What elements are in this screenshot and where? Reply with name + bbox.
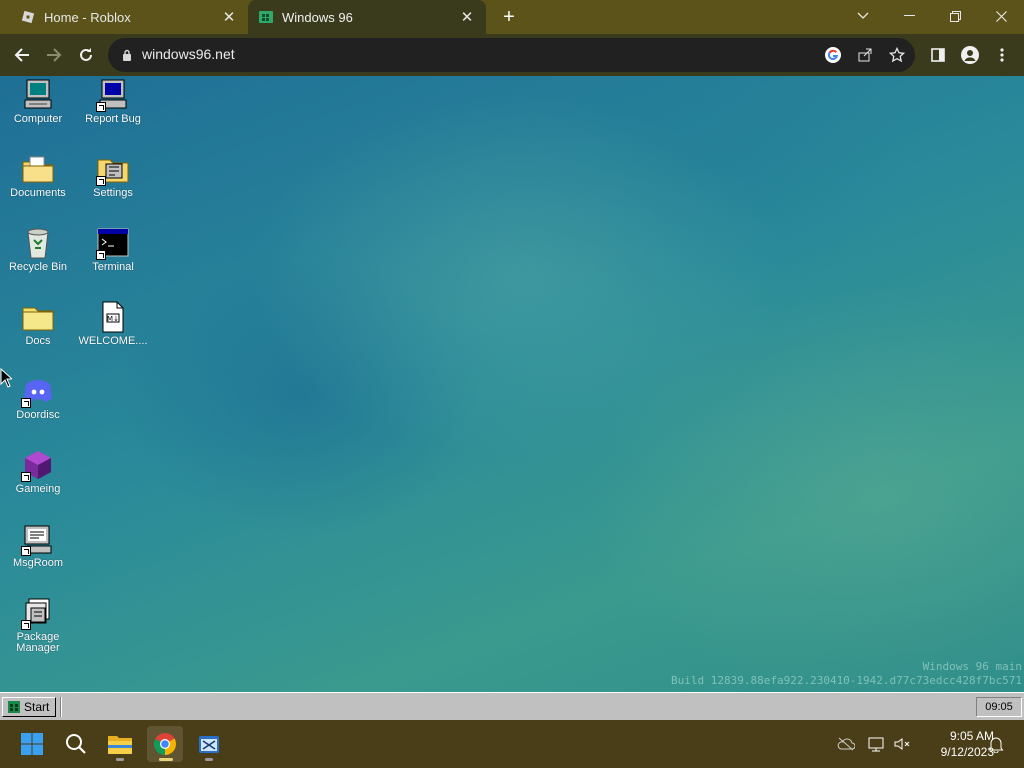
terminal-icon — [96, 226, 130, 260]
desktop-icon-documents[interactable]: Documents — [1, 152, 75, 199]
snipping-tool-icon[interactable] — [191, 726, 227, 762]
desktop-icon-welcome[interactable]: M↓ WELCOME.... — [76, 300, 150, 347]
desktop-icon-label: Computer — [13, 113, 63, 125]
desktop-icon-docs[interactable]: Docs — [1, 300, 75, 347]
volume-muted-icon[interactable] — [892, 734, 912, 754]
close-window-button[interactable] — [978, 0, 1024, 32]
desktop-icon-label: Doordisc — [16, 409, 60, 421]
discord-icon — [21, 374, 55, 408]
clock-time: 9:05 AM — [949, 729, 994, 743]
mouse-cursor-icon — [0, 368, 12, 388]
minimize-button[interactable] — [886, 0, 932, 32]
desktop-icon-label: Report Bug — [85, 113, 141, 125]
os-taskbar: 9:05 AM 9/12/2023 — [0, 720, 1024, 768]
desktop-icon-doordisc[interactable]: Doordisc — [1, 374, 75, 421]
start-button[interactable]: Start — [2, 697, 56, 717]
desktop-icon-msgroom[interactable]: MsgRoom — [1, 522, 75, 569]
svg-text:M↓: M↓ — [107, 315, 119, 323]
tab-title: Home - Roblox — [44, 9, 131, 25]
package-manager-icon — [21, 596, 55, 630]
tab-search-chevron-icon[interactable] — [840, 0, 886, 32]
side-panel-icon[interactable] — [924, 41, 952, 69]
restore-button[interactable] — [932, 0, 978, 32]
shortcut-arrow-icon — [21, 472, 31, 482]
running-indicator — [116, 758, 124, 761]
system-clock[interactable]: 9:05 AM 9/12/2023 — [918, 728, 994, 760]
notification-bell-icon[interactable] — [986, 734, 1006, 754]
desktop-icon-label: Gameing — [15, 483, 61, 495]
msgroom-icon — [21, 522, 55, 556]
shortcut-arrow-icon — [96, 250, 106, 260]
desktop-icon-label: Recycle Bin — [8, 261, 68, 273]
shortcut-arrow-icon — [96, 102, 106, 112]
win96-taskbar: Start 09:05 — [0, 692, 1024, 720]
roblox-favicon-icon — [20, 9, 36, 25]
build-info-line1: Windows 96 main — [922, 660, 1022, 673]
onedrive-offline-icon[interactable] — [836, 734, 856, 754]
desktop-icon-label: Docs — [25, 335, 51, 347]
tab-windows-96[interactable]: Windows 96 ✕ — [248, 0, 486, 34]
tab-close-icon[interactable]: ✕ — [220, 8, 238, 26]
desktop-icon-label: Terminal — [92, 261, 134, 273]
markdown-file-icon: M↓ — [96, 300, 130, 334]
desktop-icon-computer[interactable]: Computer — [1, 78, 75, 125]
tab-title: Windows 96 — [282, 9, 353, 25]
url-text[interactable]: windows96.net — [142, 46, 235, 62]
taskbar-separator — [60, 697, 62, 717]
profile-avatar-icon[interactable] — [956, 41, 984, 69]
win96-clock[interactable]: 09:05 — [976, 697, 1022, 717]
folder-icon — [21, 300, 55, 334]
share-icon[interactable] — [856, 46, 874, 64]
running-indicator — [159, 758, 173, 761]
desktop-icon-report-bug[interactable]: Report Bug — [76, 78, 150, 125]
back-arrow-icon[interactable] — [8, 41, 36, 69]
menu-kebab-icon[interactable] — [988, 41, 1016, 69]
desktop-icon-label: Settings — [93, 187, 133, 199]
purple-cube-icon — [21, 448, 55, 482]
desktop-icon-terminal[interactable]: Terminal — [76, 226, 150, 273]
tab-close-icon[interactable]: ✕ — [458, 8, 476, 26]
report-bug-icon — [96, 78, 130, 112]
build-info-line2: Build 12839.88efa922.230410-1942.d77c73e… — [671, 674, 1022, 687]
desktop-icon-gameing[interactable]: Gameing — [1, 448, 75, 495]
desktop-icon-label: Package Manager — [16, 631, 60, 654]
forward-arrow-icon[interactable] — [40, 41, 68, 69]
search-icon[interactable] — [58, 726, 94, 762]
windows96-logo-icon — [8, 701, 20, 713]
lock-icon[interactable] — [118, 46, 136, 64]
desktop-icon-settings[interactable]: Settings — [76, 152, 150, 199]
shortcut-arrow-icon — [21, 546, 31, 556]
shortcut-arrow-icon — [96, 176, 106, 186]
desktop-icon-label: MsgRoom — [12, 557, 64, 569]
address-bar[interactable]: windows96.net — [108, 38, 915, 72]
recycle-bin-icon — [21, 226, 55, 260]
new-tab-button[interactable]: + — [498, 7, 520, 27]
desktop-icon-package-manager[interactable]: Package Manager — [1, 596, 75, 654]
bookmark-star-icon[interactable] — [888, 46, 906, 64]
windows96-favicon-icon — [258, 9, 274, 25]
desktop-icon-label: WELCOME.... — [78, 335, 148, 347]
file-explorer-icon[interactable] — [102, 726, 138, 762]
computer-icon — [21, 78, 55, 112]
google-lens-icon[interactable] — [824, 46, 842, 64]
start-label: Start — [24, 700, 50, 714]
shortcut-arrow-icon — [21, 620, 31, 630]
reload-icon[interactable] — [72, 41, 100, 69]
documents-folder-icon — [21, 152, 55, 186]
browser-tab-strip: Home - Roblox ✕ Windows 96 ✕ + — [0, 0, 1024, 34]
shortcut-arrow-icon — [21, 398, 31, 408]
clock-date: 9/12/2023 — [940, 745, 994, 759]
windows-start-icon[interactable] — [14, 726, 50, 762]
desktop-icon-label: Documents — [10, 187, 66, 199]
network-icon[interactable] — [866, 734, 886, 754]
running-indicator — [205, 758, 213, 761]
desktop-icon-recycle-bin[interactable]: Recycle Bin — [1, 226, 75, 273]
chrome-icon[interactable] — [147, 726, 183, 762]
win96-desktop[interactable]: Computer Report Bug Documents Settings R… — [0, 76, 1024, 692]
tab-home-roblox[interactable]: Home - Roblox ✕ — [0, 0, 248, 34]
settings-folder-icon — [96, 152, 130, 186]
